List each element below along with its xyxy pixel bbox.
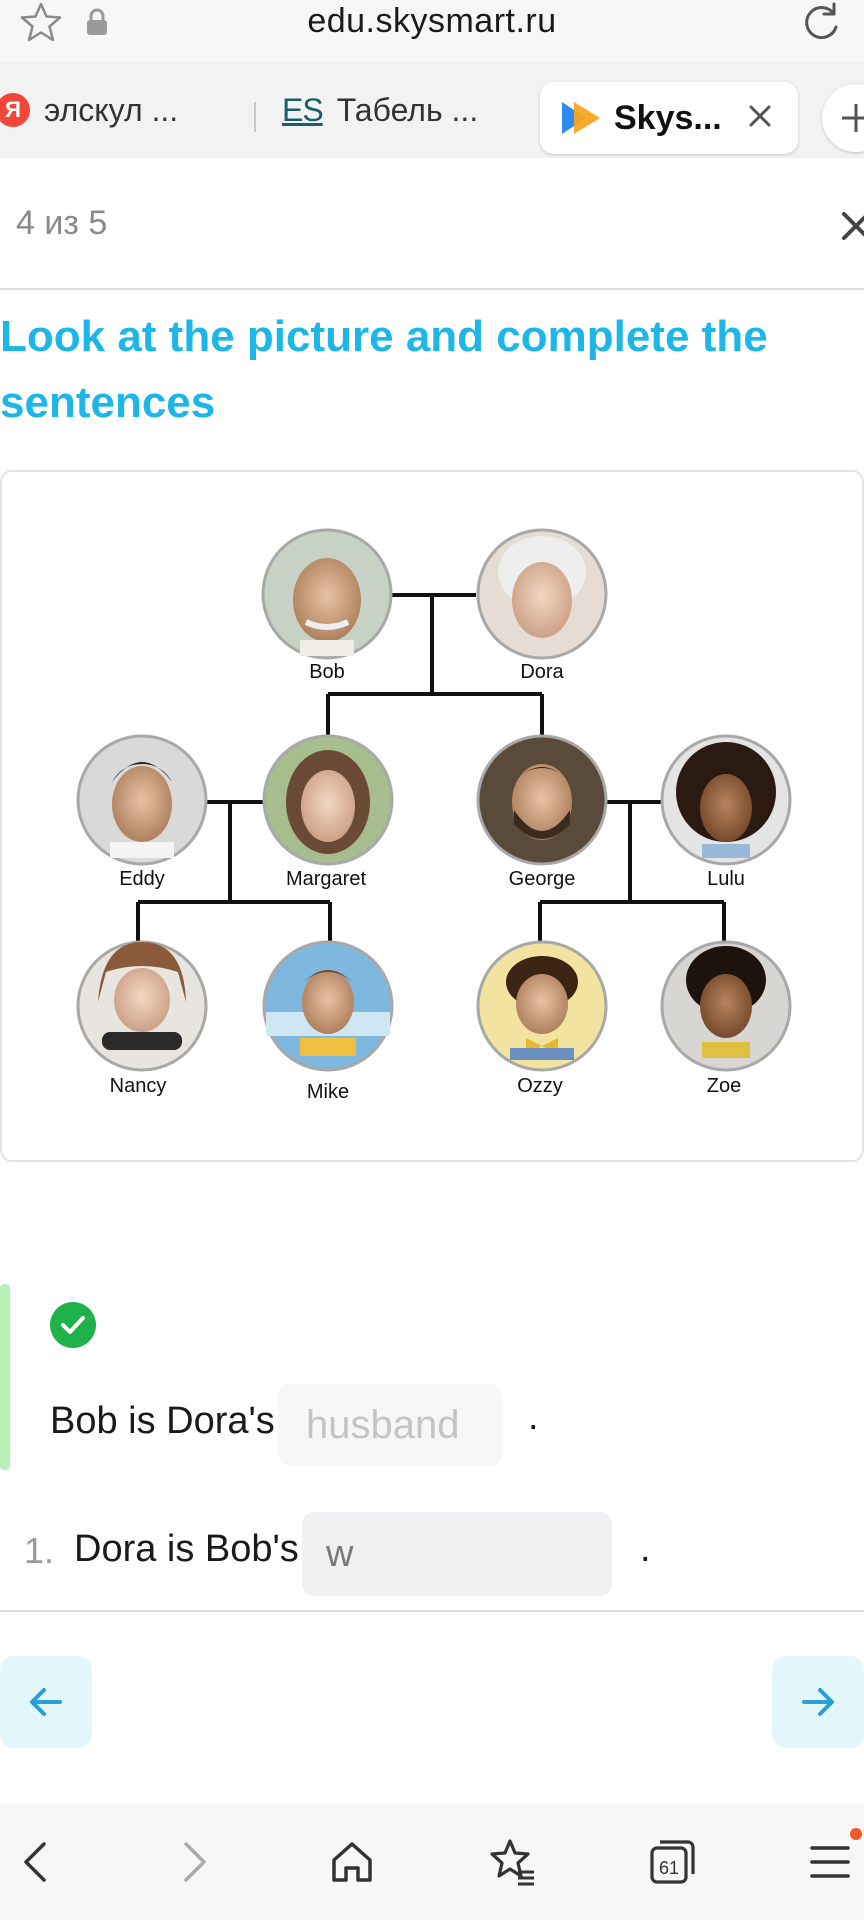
close-icon[interactable] <box>838 208 864 244</box>
home-icon[interactable] <box>326 1836 378 1888</box>
tab-label: Skys... <box>614 98 722 137</box>
avatar-margaret <box>262 734 394 866</box>
forward-icon[interactable] <box>168 1836 220 1888</box>
address-bar: edu.skysmart.ru <box>0 0 864 62</box>
tab-divider <box>254 102 256 132</box>
family-tree-picture: Bob Dora Eddy Margaret George Lulu Nancy… <box>0 470 864 1162</box>
bookmarks-icon[interactable] <box>486 1836 538 1888</box>
person-name: Margaret <box>286 868 366 890</box>
example-sentence-text: Bob is Dora's <box>50 1400 275 1442</box>
question-text: Dora is Bob's <box>74 1528 299 1570</box>
yandex-icon: Я <box>0 93 30 127</box>
person-name: Zoe <box>707 1075 741 1097</box>
menu-icon[interactable] <box>804 1836 856 1888</box>
avatar-zoe <box>660 940 792 1072</box>
question-number: 1. <box>24 1530 55 1571</box>
close-tab-icon[interactable] <box>742 98 778 134</box>
tabs-count-icon[interactable]: 61 <box>646 1836 698 1888</box>
url-text[interactable]: edu.skysmart.ru <box>0 2 864 41</box>
browser-bottom-bar: 61 <box>0 1804 864 1920</box>
avatar-dora <box>476 528 608 660</box>
check-circle-icon <box>50 1302 96 1348</box>
person-name: Dora <box>520 661 564 683</box>
person-name: Lulu <box>707 868 745 890</box>
progress-counter: 4 из 5 <box>16 204 108 242</box>
avatar-eddy <box>76 734 208 866</box>
avatar-lulu <box>660 734 792 866</box>
es-icon: ES <box>282 91 324 128</box>
notification-dot <box>850 1828 862 1840</box>
previous-button[interactable] <box>0 1656 92 1748</box>
tab-count: 61 <box>659 1858 679 1878</box>
tab-skysmart-active[interactable]: Skys... <box>540 82 798 154</box>
progress-header: 4 из 5 <box>0 158 864 290</box>
tab-label: элскул ... <box>44 91 179 128</box>
tree-lines <box>136 593 726 944</box>
task-title: Look at the picture and complete the sen… <box>0 312 768 427</box>
avatar-mike <box>262 940 394 1072</box>
next-button[interactable] <box>772 1656 864 1748</box>
reload-icon[interactable] <box>798 0 844 46</box>
arrow-right-icon <box>802 1688 834 1716</box>
person-name: Nancy <box>110 1075 167 1097</box>
arrow-left-icon <box>30 1688 62 1716</box>
family-tree-diagram: Bob Dora Eddy Margaret George Lulu Nancy… <box>76 528 792 1103</box>
question-row: 1. Dora is Bob's . <box>0 1504 864 1612</box>
avatar-bob <box>261 528 393 660</box>
avatar-george <box>476 734 608 866</box>
person-name: Mike <box>307 1081 349 1103</box>
skysmart-icon <box>562 102 600 134</box>
sentence-end: . <box>528 1396 539 1438</box>
sentence-end: . <box>640 1528 651 1570</box>
back-icon[interactable] <box>10 1836 62 1888</box>
person-name: Bob <box>309 661 345 683</box>
tab-elschool[interactable]: Я элскул ... <box>0 82 178 138</box>
tab-label: Табель ... <box>336 91 479 128</box>
person-name: Eddy <box>119 868 165 890</box>
avatar-ozzy <box>476 940 608 1072</box>
avatar-nancy <box>76 940 208 1072</box>
person-name: George <box>509 868 576 890</box>
correct-accent-bar <box>0 1284 10 1470</box>
tab-tabel[interactable]: ES Табель ... <box>282 82 478 138</box>
plus-icon <box>842 104 864 132</box>
example-answer: husband <box>278 1384 502 1466</box>
person-name: Ozzy <box>517 1075 563 1097</box>
answer-input[interactable] <box>302 1512 612 1596</box>
example-sentence: Bob is Dora's husband . <box>0 1284 864 1470</box>
